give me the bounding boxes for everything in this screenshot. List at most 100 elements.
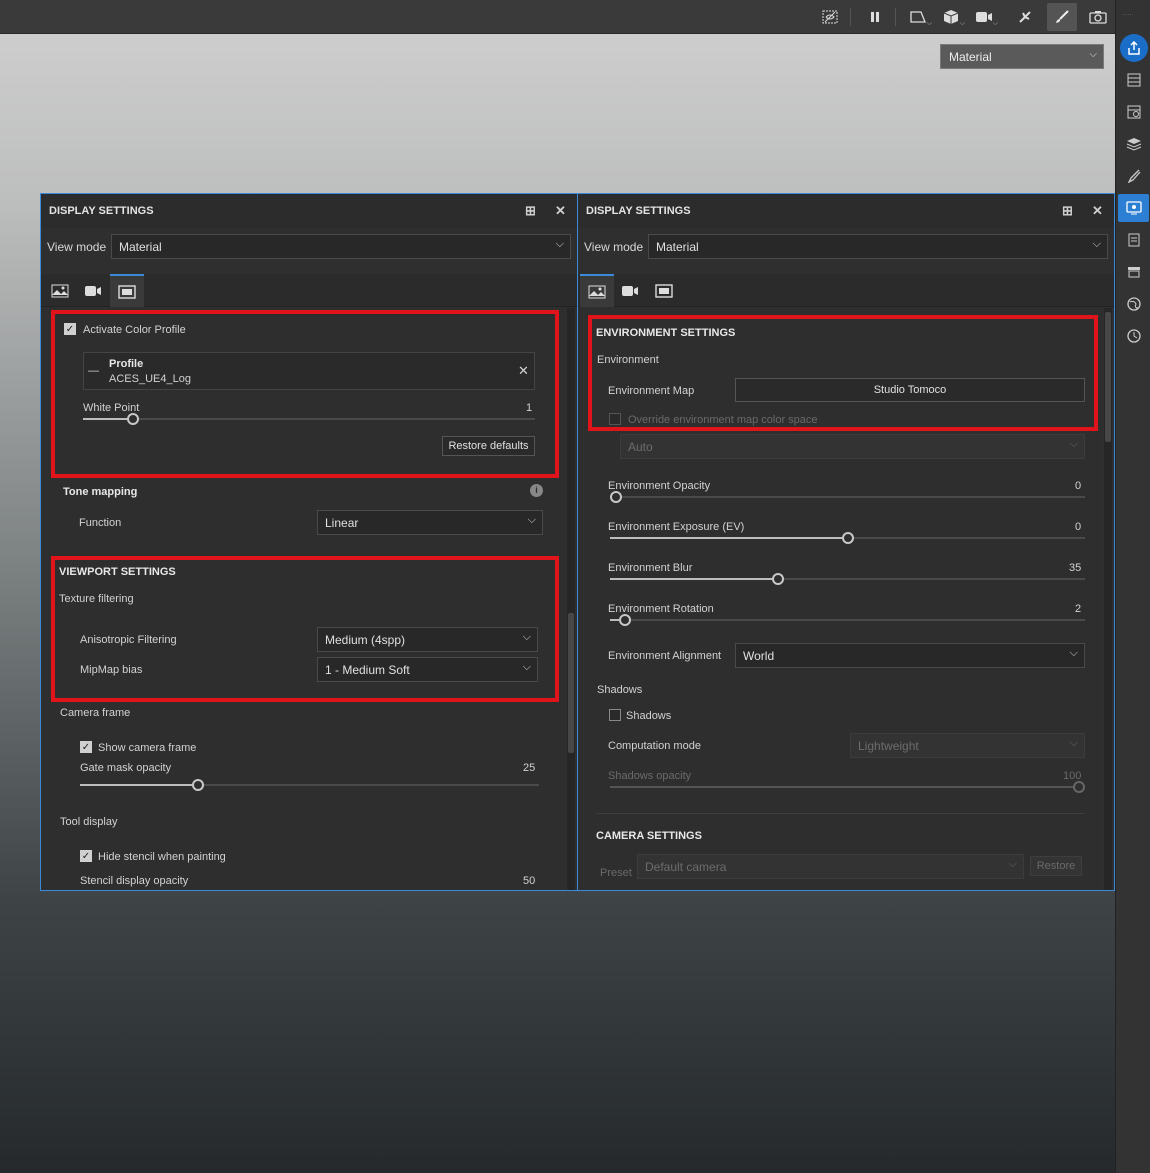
show-camera-frame-checkbox[interactable]: ✓ <box>80 741 92 753</box>
float-panel-icon[interactable]: ⊞ <box>1062 203 1073 219</box>
camera-tab-icon[interactable] <box>613 274 647 307</box>
panel-title: DISPLAY SETTINGS <box>586 205 691 217</box>
view-mode-label: View mode <box>584 240 644 254</box>
camera-restore-button[interactable]: Restore <box>1030 856 1082 876</box>
chevron-down-icon: ⌵ <box>1092 238 1101 250</box>
env-rotation-slider[interactable] <box>610 614 1085 626</box>
preset-label: Preset <box>600 867 632 879</box>
hidden-icon[interactable] <box>815 3 845 31</box>
tool-display-title: Tool display <box>60 816 118 828</box>
scrollbar-thumb[interactable] <box>1105 312 1111 442</box>
env-opacity-slider[interactable] <box>610 491 1085 503</box>
chevron-down-icon: ⌵ <box>1069 647 1078 659</box>
shadows-opacity-slider[interactable] <box>610 781 1085 793</box>
panel-tabs <box>578 274 1114 307</box>
pause-icon[interactable] <box>860 3 890 31</box>
panel-title: DISPLAY SETTINGS <box>49 205 154 217</box>
stencil-opacity-value: 50 <box>523 875 536 887</box>
colorspace-value: Auto <box>628 439 653 454</box>
viewport-toolbar: ⌵ ⌵ ⌵ <box>0 0 1115 34</box>
stack-icon[interactable] <box>1118 130 1149 158</box>
view-mode-select[interactable]: Material ⌵ <box>648 234 1108 259</box>
view-mode-select[interactable]: Material ⌵ <box>111 234 571 259</box>
scrollbar-thumb[interactable] <box>568 613 574 753</box>
close-icon[interactable]: ✕ <box>555 203 566 219</box>
view-mode-value: Material <box>119 239 162 254</box>
camera-frame-title: Camera frame <box>60 707 131 719</box>
environment-tab-icon[interactable] <box>43 274 77 307</box>
camera-video-icon[interactable]: ⌵ <box>969 3 999 31</box>
globe-icon[interactable] <box>1118 290 1149 318</box>
sidebar-tiny-label: ...... <box>1122 10 1134 17</box>
colorspace-select[interactable]: Auto ⌵ <box>620 434 1085 459</box>
view-mode-value: Material <box>656 239 699 254</box>
screenshot-icon[interactable] <box>1083 3 1113 31</box>
chevron-down-icon: ⌵ <box>1069 438 1078 450</box>
frame-icon[interactable]: ⌵ <box>903 3 933 31</box>
brush-settings-icon[interactable] <box>1118 162 1149 190</box>
panel-tabs <box>41 274 577 307</box>
chevron-down-icon: ⌵ <box>527 514 536 526</box>
shadows-checkbox[interactable] <box>609 709 621 721</box>
shadows-title: Shadows <box>597 684 643 696</box>
env-exposure-slider[interactable] <box>610 532 1085 544</box>
tone-mapping-title: Tone mapping <box>63 486 138 498</box>
tone-function-select[interactable]: Linear ⌵ <box>317 510 543 535</box>
env-blur-slider[interactable] <box>610 573 1085 585</box>
environment-tab-icon[interactable] <box>580 274 614 307</box>
properties-icon[interactable] <box>1118 226 1149 254</box>
slider-knob[interactable] <box>772 573 784 585</box>
fx-icon[interactable] <box>1010 3 1040 31</box>
close-icon[interactable]: ✕ <box>1092 203 1103 219</box>
hide-stencil-label: Hide stencil when painting <box>98 851 226 863</box>
view-mode-row: View mode Material ⌵ <box>584 234 1108 259</box>
display-settings-icon[interactable] <box>1118 194 1149 222</box>
panel-scrollbar[interactable] <box>567 308 575 890</box>
stencil-opacity-label: Stencil display opacity <box>80 875 189 887</box>
hide-stencil-checkbox[interactable]: ✓ <box>80 850 92 862</box>
viewport-tab-icon[interactable] <box>110 274 144 307</box>
slider-knob[interactable] <box>1073 781 1085 793</box>
env-alignment-select[interactable]: World ⌵ <box>735 643 1085 668</box>
gate-mask-opacity-slider[interactable] <box>80 779 539 791</box>
share-icon[interactable] <box>1118 34 1149 62</box>
history-icon[interactable] <box>1118 322 1149 350</box>
highlight-box-color-profile <box>51 310 559 478</box>
layers-list-icon[interactable] <box>1118 66 1149 94</box>
slider-knob[interactable] <box>610 491 622 503</box>
highlight-box-viewport-settings <box>51 556 559 702</box>
viewport-tab-icon[interactable] <box>647 274 681 307</box>
viewport-mode-value: Material <box>949 49 992 64</box>
panel-content: ENVIRONMENT SETTINGS Environment Environ… <box>578 308 1102 890</box>
brush-icon[interactable] <box>1047 3 1077 31</box>
highlight-box-environment-settings <box>588 315 1098 431</box>
float-panel-icon[interactable]: ⊞ <box>525 203 536 219</box>
chevron-down-icon: ⌵ <box>555 238 564 250</box>
panel-header: DISPLAY SETTINGS ⊞ ✕ <box>578 194 1114 228</box>
slider-knob[interactable] <box>619 614 631 626</box>
info-icon[interactable]: i <box>530 484 543 497</box>
slider-knob[interactable] <box>192 779 204 791</box>
env-alignment-label: Environment Alignment <box>608 650 722 662</box>
panel-content: ✓ Activate Color Profile — Profile ACES_… <box>41 308 565 890</box>
computation-mode-label: Computation mode <box>608 740 701 752</box>
camera-preset-value: Default camera <box>645 859 727 874</box>
texture-set-icon[interactable] <box>1118 98 1149 126</box>
show-camera-frame-label: Show camera frame <box>98 742 197 754</box>
env-alignment-value: World <box>743 648 775 663</box>
cube-icon[interactable]: ⌵ <box>936 3 966 31</box>
view-mode-label: View mode <box>47 240 107 254</box>
function-label: Function <box>79 517 122 529</box>
panel-header: DISPLAY SETTINGS ⊞ ✕ <box>41 194 577 228</box>
right-sidebar: ...... <box>1115 0 1150 1173</box>
shelf-icon[interactable] <box>1118 258 1149 286</box>
camera-tab-icon[interactable] <box>76 274 110 307</box>
panel-scrollbar[interactable] <box>1104 308 1112 890</box>
slider-knob[interactable] <box>842 532 854 544</box>
viewport-mode-select[interactable]: Material ⌵ <box>940 44 1104 69</box>
computation-mode-select[interactable]: Lightweight ⌵ <box>850 733 1085 758</box>
section-divider <box>596 813 1085 814</box>
computation-mode-value: Lightweight <box>858 738 919 753</box>
chevron-down-icon: ⌵ <box>1069 737 1078 749</box>
camera-preset-select[interactable]: Default camera ⌵ <box>637 854 1024 879</box>
